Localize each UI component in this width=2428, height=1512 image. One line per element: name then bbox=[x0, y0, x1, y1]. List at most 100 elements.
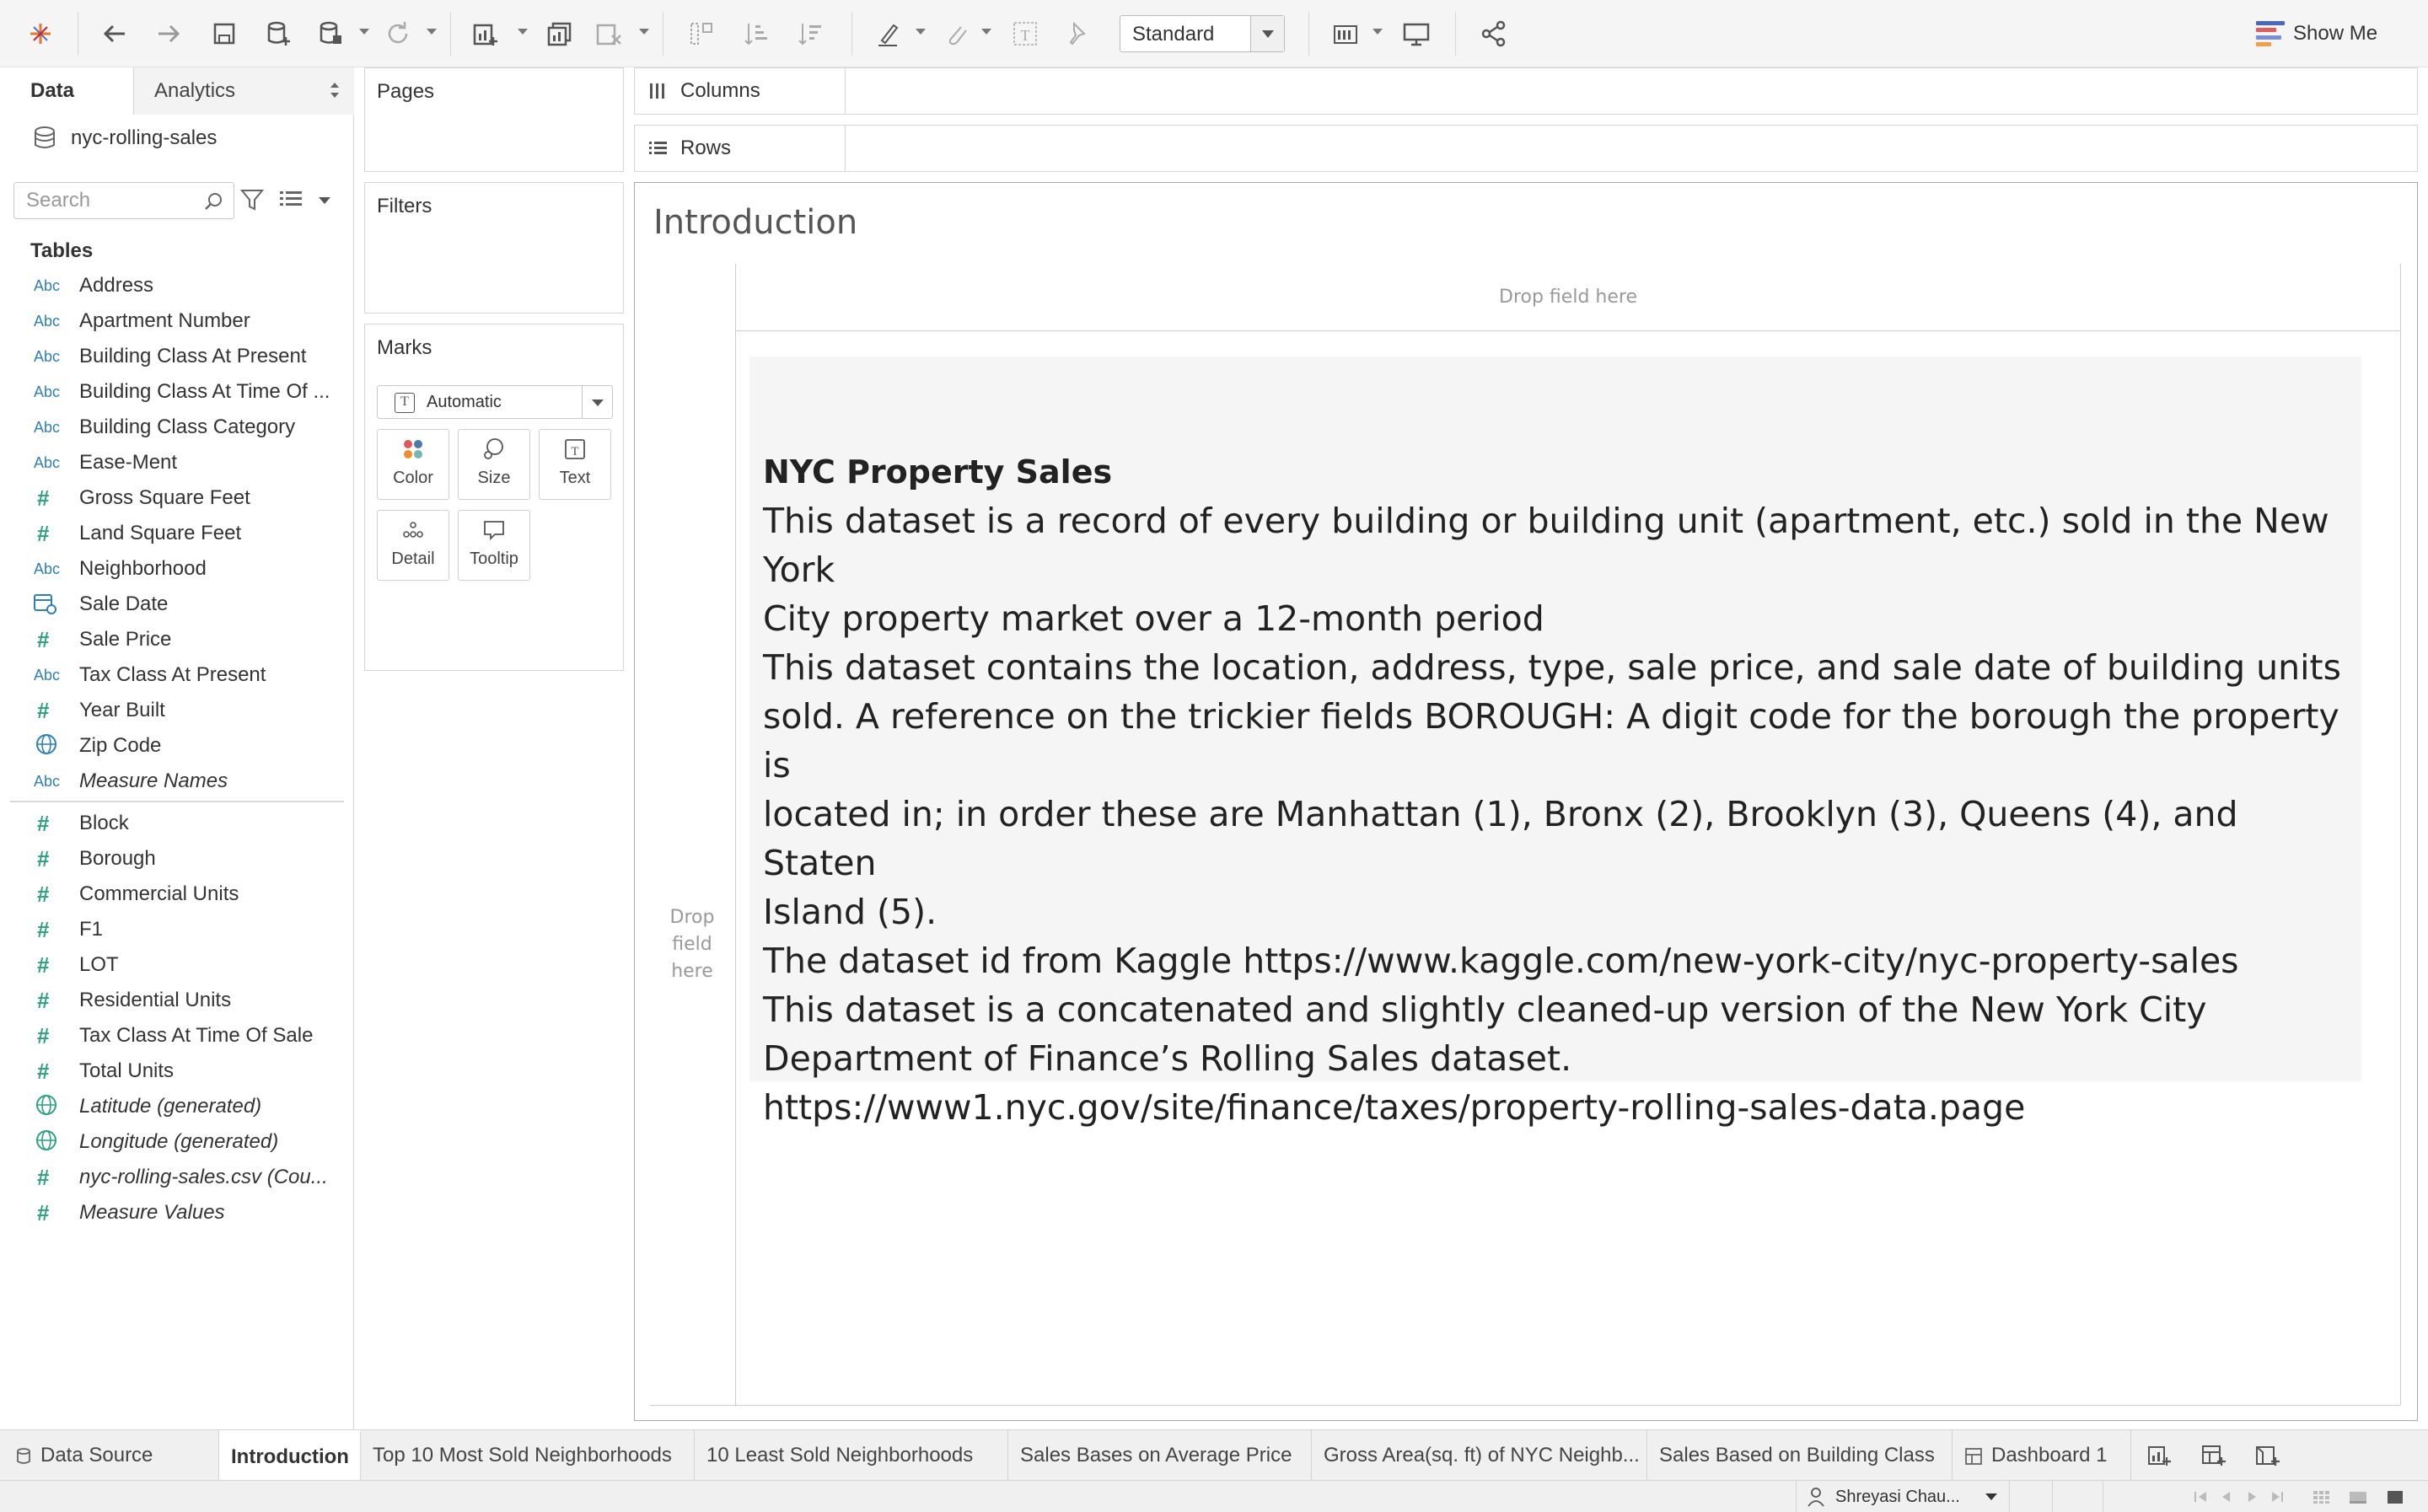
field-item[interactable]: # Year Built bbox=[0, 693, 354, 728]
tab-sales-average-price[interactable]: Sales Bases on Average Price bbox=[1008, 1430, 1312, 1481]
tab-data[interactable]: Data bbox=[0, 67, 133, 115]
tab-10-least-sold[interactable]: 10 Least Sold Neighborhoods bbox=[695, 1430, 1008, 1481]
sheet-title[interactable]: Introduction bbox=[653, 203, 857, 242]
new-worksheet-icon[interactable] bbox=[469, 17, 502, 51]
field-item[interactable]: Latitude (generated) bbox=[0, 1089, 354, 1124]
datasource-item[interactable]: nyc-rolling-sales bbox=[30, 121, 217, 155]
field-item[interactable]: Abc Ease-Ment bbox=[0, 445, 354, 480]
tab-introduction[interactable]: Introduction bbox=[219, 1430, 361, 1481]
pages-shelf[interactable]: Pages bbox=[364, 67, 624, 172]
tab-top-10-most-sold[interactable]: Top 10 Most Sold Neighborhoods bbox=[361, 1430, 695, 1481]
show-cards-icon[interactable] bbox=[1329, 17, 1362, 51]
color-button[interactable]: Color bbox=[377, 429, 449, 500]
view-list-icon[interactable] bbox=[278, 189, 304, 211]
share-icon[interactable] bbox=[1477, 17, 1511, 51]
filters-shelf[interactable]: Filters bbox=[364, 182, 624, 314]
row-drop-zone[interactable]: Drop field here bbox=[650, 264, 736, 1405]
tableau-logo-icon[interactable] bbox=[24, 17, 57, 51]
redo-icon[interactable] bbox=[152, 17, 185, 51]
next-sheet-icon[interactable] bbox=[2243, 1489, 2261, 1504]
field-item[interactable]: # Block bbox=[0, 806, 354, 841]
show-sheet-sorter-icon[interactable] bbox=[2349, 1489, 2367, 1504]
field-item[interactable]: Abc Tax Class At Present bbox=[0, 657, 354, 693]
mark-type-caret[interactable] bbox=[582, 386, 612, 418]
show-me-button[interactable]: Show Me bbox=[2256, 15, 2377, 52]
new-data-source-icon[interactable] bbox=[261, 17, 295, 51]
refresh-caret[interactable] bbox=[427, 29, 437, 35]
undo-icon[interactable] bbox=[98, 17, 132, 51]
fix-axes-icon[interactable] bbox=[1061, 17, 1094, 51]
previous-sheet-icon[interactable] bbox=[2217, 1489, 2236, 1504]
show-mark-labels-icon[interactable]: T bbox=[1008, 17, 1042, 51]
filter-icon[interactable] bbox=[239, 187, 265, 212]
user-menu[interactable]: Shreyasi Chau... bbox=[1796, 1481, 2010, 1512]
group-caret[interactable] bbox=[981, 29, 991, 35]
rows-shelf[interactable]: Rows bbox=[634, 125, 2418, 172]
clear-sheet-icon[interactable] bbox=[592, 17, 626, 51]
field-item[interactable]: Abc Measure Names bbox=[0, 764, 354, 799]
show-cards-caret[interactable] bbox=[1372, 29, 1383, 35]
field-item[interactable]: Abc Building Class At Time Of ... bbox=[0, 374, 354, 410]
size-button[interactable]: Size bbox=[458, 429, 530, 500]
user-menu-caret[interactable] bbox=[1985, 1493, 1997, 1500]
highlight-caret[interactable] bbox=[916, 29, 926, 35]
field-search[interactable] bbox=[13, 182, 234, 219]
field-item[interactable]: Abc Building Class At Present bbox=[0, 339, 354, 374]
field-item[interactable]: # Residential Units bbox=[0, 983, 354, 1018]
field-item[interactable]: # Commercial Units bbox=[0, 877, 354, 912]
tooltip-button[interactable]: Tooltip bbox=[458, 510, 530, 581]
sort-ascending-icon[interactable] bbox=[740, 17, 774, 51]
save-icon[interactable] bbox=[207, 17, 241, 51]
field-item[interactable]: # Sale Price bbox=[0, 622, 354, 657]
first-sheet-icon[interactable] bbox=[2192, 1489, 2210, 1504]
field-item[interactable]: Abc Building Class Category bbox=[0, 410, 354, 445]
field-item[interactable]: Longitude (generated) bbox=[0, 1124, 354, 1160]
pause-updates-icon[interactable] bbox=[314, 17, 347, 51]
clear-caret[interactable] bbox=[639, 29, 649, 35]
field-item[interactable]: Abc Address bbox=[0, 268, 354, 303]
field-item[interactable]: Abc Neighborhood bbox=[0, 551, 354, 587]
new-worksheet-tab-icon[interactable] bbox=[2143, 1439, 2177, 1472]
pane-collapse-icon[interactable] bbox=[330, 83, 339, 99]
refresh-icon[interactable] bbox=[381, 17, 415, 51]
field-item[interactable]: Zip Code bbox=[0, 728, 354, 764]
search-input[interactable] bbox=[26, 188, 195, 213]
new-sheet-caret[interactable] bbox=[518, 29, 528, 35]
mark-type-dropdown[interactable]: T Automatic bbox=[377, 385, 613, 419]
fit-dropdown-caret[interactable] bbox=[1250, 16, 1284, 51]
detail-button[interactable]: Detail bbox=[377, 510, 449, 581]
field-item[interactable]: # nyc-rolling-sales.csv (Cou... bbox=[0, 1160, 354, 1195]
field-item[interactable]: Sale Date bbox=[0, 587, 354, 622]
text-button[interactable]: T Text bbox=[539, 429, 611, 500]
field-item[interactable]: # Total Units bbox=[0, 1054, 354, 1089]
field-item[interactable]: Abc Apartment Number bbox=[0, 303, 354, 339]
field-item[interactable]: # Tax Class At Time Of Sale bbox=[0, 1018, 354, 1054]
field-item[interactable]: # LOT bbox=[0, 947, 354, 983]
columns-shelf[interactable]: Columns bbox=[634, 67, 2418, 115]
sort-descending-icon[interactable] bbox=[794, 17, 828, 51]
field-item[interactable]: # Gross Square Feet bbox=[0, 480, 354, 516]
highlight-icon[interactable] bbox=[872, 17, 905, 51]
swap-rows-columns-icon[interactable] bbox=[685, 17, 718, 51]
tab-gross-area[interactable]: Gross Area(sq. ft) of NYC Neighb... bbox=[1312, 1430, 1647, 1481]
presentation-mode-icon[interactable] bbox=[1399, 17, 1433, 51]
show-tabs-icon[interactable] bbox=[2386, 1489, 2404, 1504]
last-sheet-icon[interactable] bbox=[2268, 1489, 2286, 1504]
view-options-caret[interactable] bbox=[319, 197, 330, 204]
show-filmstrip-icon[interactable] bbox=[2312, 1489, 2330, 1504]
data-menu-caret[interactable] bbox=[359, 29, 369, 35]
field-item[interactable]: # Measure Values bbox=[0, 1195, 354, 1231]
tab-data-source[interactable]: Data Source bbox=[0, 1430, 219, 1481]
column-drop-zone[interactable]: Drop field here bbox=[736, 264, 2400, 331]
duplicate-sheet-icon[interactable] bbox=[543, 17, 577, 51]
tab-dashboard-1[interactable]: Dashboard 1 bbox=[1953, 1430, 2131, 1481]
text-mark[interactable]: NYC Property Sales This dataset is a rec… bbox=[749, 357, 2361, 1128]
tab-analytics[interactable]: Analytics bbox=[133, 67, 354, 115]
field-item[interactable]: # Land Square Feet bbox=[0, 516, 354, 551]
field-item[interactable]: # F1 bbox=[0, 912, 354, 947]
group-members-icon[interactable] bbox=[939, 17, 973, 51]
new-dashboard-tab-icon[interactable] bbox=[2197, 1439, 2231, 1472]
fit-dropdown[interactable]: Standard bbox=[1120, 15, 1285, 52]
tab-sales-building-class[interactable]: Sales Based on Building Class bbox=[1647, 1430, 1953, 1481]
new-story-tab-icon[interactable] bbox=[2251, 1439, 2285, 1472]
